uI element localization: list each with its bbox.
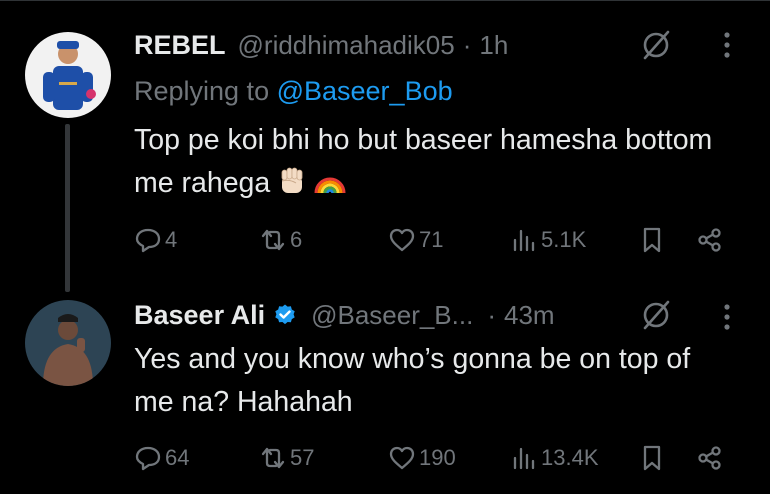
- separator-dot: ·: [462, 29, 472, 60]
- share-button[interactable]: [696, 444, 724, 472]
- heart-icon: [389, 228, 415, 252]
- repost-icon: [261, 447, 285, 469]
- bookmark-button[interactable]: [638, 226, 666, 254]
- bookmark-button[interactable]: [638, 444, 666, 472]
- separator-dot: ·: [487, 299, 496, 330]
- like-count: 71: [419, 227, 444, 252]
- more-options-icon[interactable]: [721, 301, 733, 333]
- like-button[interactable]: 71: [388, 226, 443, 254]
- views-button[interactable]: 13.4K: [510, 444, 599, 472]
- author-handle[interactable]: @Baseer_B...: [311, 300, 473, 331]
- repost-count: 57: [290, 445, 315, 470]
- share-button[interactable]: [696, 226, 724, 254]
- replying-to-mention[interactable]: @Baseer_Bob: [277, 76, 453, 106]
- share-icon: [698, 446, 721, 470]
- like-count: 190: [419, 445, 456, 470]
- heart-icon: [389, 446, 415, 470]
- muted-icon[interactable]: [640, 299, 672, 331]
- avatar-baseer-ali[interactable]: [25, 300, 111, 386]
- analytics-icon: [513, 229, 535, 252]
- reply-count: 64: [165, 445, 190, 470]
- repost-button[interactable]: 57: [259, 444, 314, 472]
- reply-button[interactable]: 4: [134, 226, 177, 254]
- like-button[interactable]: 190: [388, 444, 456, 472]
- views-count: 5.1K: [541, 227, 587, 252]
- timestamp[interactable]: 1h: [479, 30, 508, 61]
- author-name[interactable]: Baseer Ali: [134, 300, 265, 331]
- reply-icon: [135, 228, 161, 253]
- tweet-text-container: Yes and you know who’s gonna be on top o…: [134, 338, 734, 424]
- tweet-header: Baseer Ali @Baseer_B... · 43m: [134, 298, 555, 332]
- rainbow-emoji: [314, 165, 346, 197]
- share-icon: [698, 228, 721, 252]
- timestamp[interactable]: 43m: [504, 300, 555, 331]
- bookmark-icon: [643, 445, 661, 471]
- tweet-header: REBEL @riddhimahadik05 · 1h: [134, 28, 508, 62]
- raised-fist-emoji: [276, 165, 308, 197]
- views-button[interactable]: 5.1K: [510, 226, 586, 254]
- author-handle[interactable]: @riddhimahadik05: [238, 30, 455, 61]
- tweet-text: Yes and you know who’s gonna be on top o…: [134, 343, 691, 418]
- repost-button[interactable]: 6: [259, 226, 302, 254]
- verified-badge-icon: [273, 303, 297, 327]
- tweet-text: Top pe koi bhi ho but baseer hamesha bot…: [134, 124, 713, 199]
- avatar-rebel[interactable]: [25, 32, 111, 118]
- tweet-baseer-ali[interactable]: Baseer Ali @Baseer_B... · 43m Yes and yo…: [0, 290, 770, 494]
- reply-count: 4: [165, 227, 178, 252]
- reply-button[interactable]: 64: [134, 444, 189, 472]
- bookmark-icon: [643, 227, 661, 253]
- reply-icon: [135, 446, 161, 471]
- muted-icon[interactable]: [640, 29, 672, 61]
- tweet-actions: 64 57 190 13.4K: [134, 442, 734, 476]
- more-options-icon[interactable]: [721, 29, 733, 61]
- replying-to: Replying to @Baseer_Bob: [134, 76, 453, 107]
- thread-line: [65, 124, 70, 292]
- tweet-rebel[interactable]: REBEL @riddhimahadik05 · 1h Replying to …: [0, 0, 770, 292]
- tweet-text-container: Top pe koi bhi ho but baseer hamesha bot…: [134, 119, 734, 205]
- repost-icon: [261, 229, 285, 251]
- views-count: 13.4K: [541, 445, 599, 470]
- tweet-actions: 4 6 71 5.1K: [134, 224, 734, 258]
- repost-count: 6: [290, 227, 303, 252]
- author-name[interactable]: REBEL: [134, 30, 226, 61]
- analytics-icon: [513, 447, 535, 470]
- replying-to-label: Replying to: [134, 76, 277, 106]
